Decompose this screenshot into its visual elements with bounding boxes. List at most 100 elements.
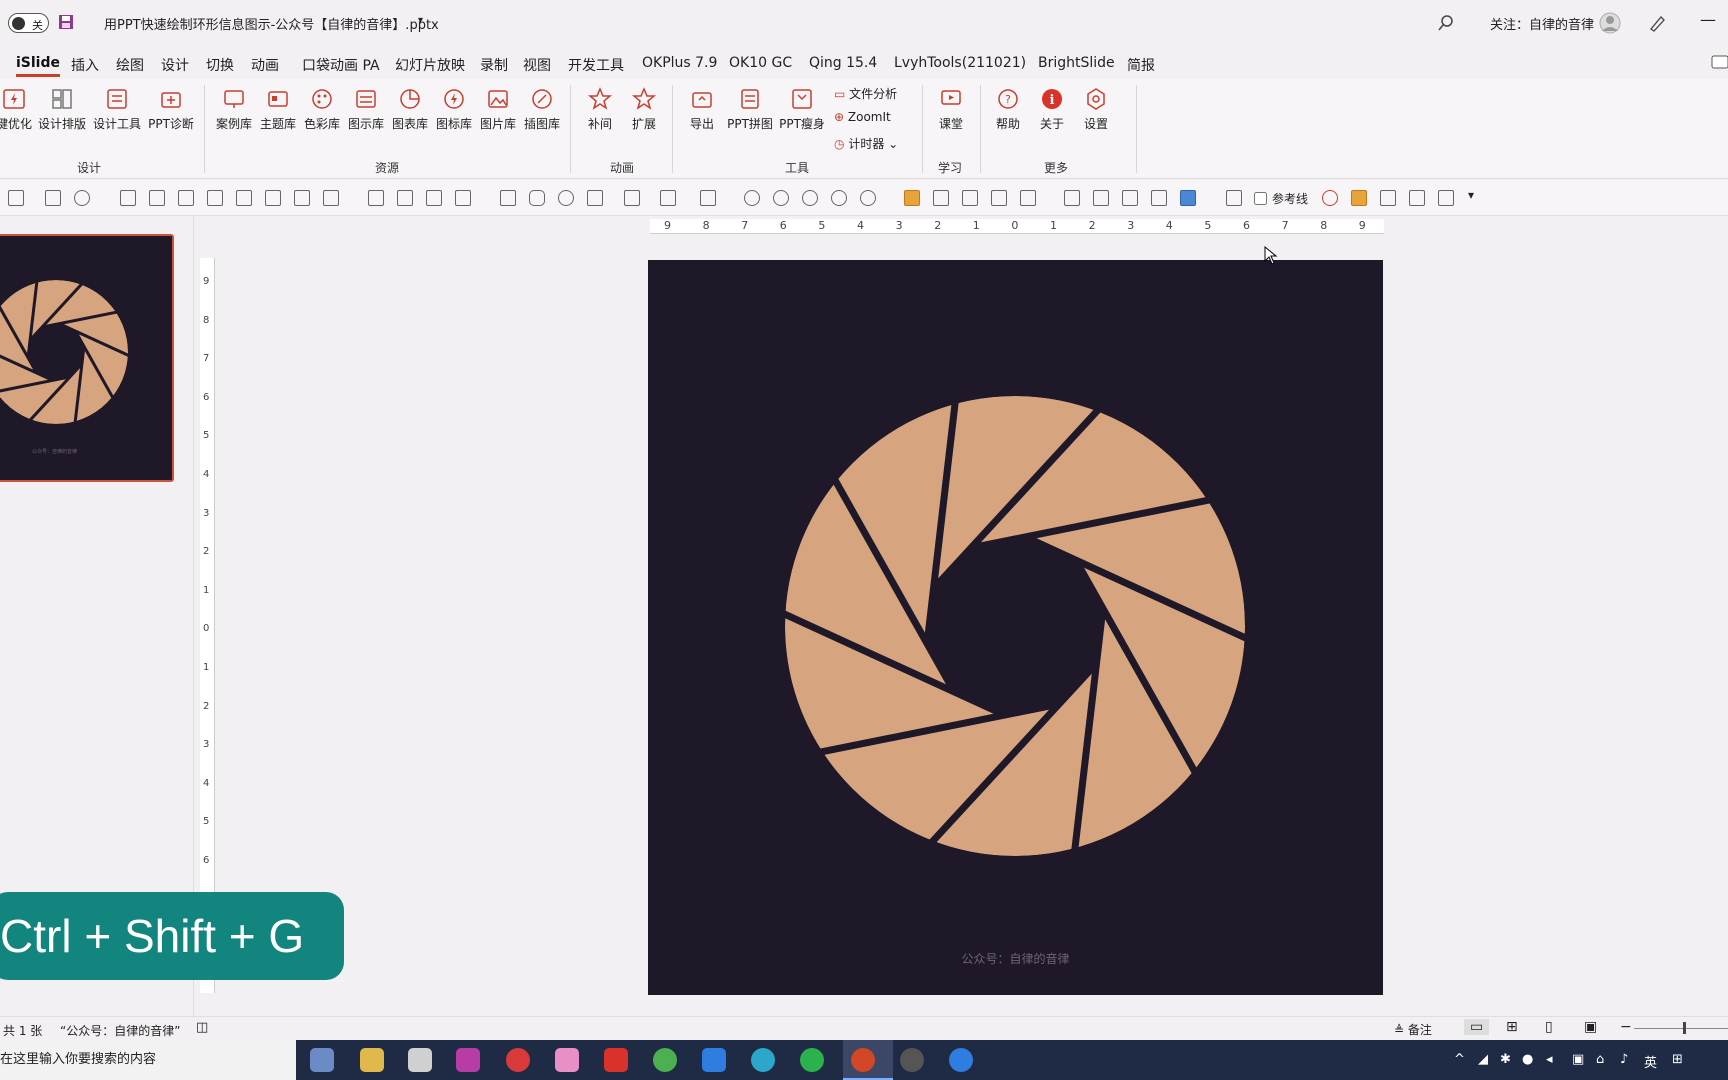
tray-icon-1[interactable]: ◢ <box>1478 1052 1488 1067</box>
tray-chevron-icon[interactable]: ^ <box>1454 1052 1465 1067</box>
edge-icon[interactable] <box>751 1048 775 1072</box>
tab-record[interactable]: 录制 <box>480 55 508 75</box>
settings-button[interactable]: 设置 <box>1074 87 1118 132</box>
crosshair-icon[interactable] <box>1380 190 1396 206</box>
design-layout-button[interactable]: 设计排版 <box>38 87 86 132</box>
zoom-slider-thumb[interactable] <box>1683 1022 1686 1034</box>
line-icon[interactable] <box>660 190 676 206</box>
app-icon-5[interactable] <box>949 1048 973 1072</box>
text-effect-icon[interactable] <box>962 190 978 206</box>
send-backward-icon[interactable] <box>397 190 413 206</box>
bring-forward-icon[interactable] <box>368 190 384 206</box>
clover-icon[interactable] <box>653 1048 677 1072</box>
tray-icon-3[interactable]: ▣ <box>1572 1052 1584 1067</box>
align-top-icon[interactable] <box>120 190 136 206</box>
align-bottom-icon[interactable] <box>178 190 194 206</box>
brush-tool-icon[interactable] <box>991 190 1007 206</box>
rectangle-icon[interactable] <box>500 190 516 206</box>
comment-icon[interactable] <box>1710 54 1728 72</box>
ellipse-icon[interactable] <box>558 190 574 206</box>
tab-qing[interactable]: Qing 15.4 <box>809 55 877 71</box>
tab-developer[interactable]: 开发工具 <box>568 55 624 75</box>
picture-icon[interactable] <box>1151 190 1167 206</box>
slide-layout-icon[interactable] <box>8 190 24 206</box>
classroom-button[interactable]: 课堂 <box>929 87 973 132</box>
save-icon[interactable] <box>58 14 74 30</box>
volume-icon[interactable]: ♪ <box>1620 1052 1628 1067</box>
shape-tool-icon[interactable] <box>1409 190 1425 206</box>
ppt-slim-button[interactable]: PPT瘦身 <box>779 87 825 132</box>
timer-dropdown-icon[interactable]: ⌄ <box>888 137 898 151</box>
minimize-button[interactable]: — <box>1700 10 1716 29</box>
distribute-v-icon[interactable] <box>323 190 339 206</box>
recorder-icon[interactable] <box>900 1048 924 1072</box>
format-painter-icon[interactable] <box>74 190 90 206</box>
design-tools-button[interactable]: 设计工具 <box>93 87 141 132</box>
align-middle-icon[interactable] <box>149 190 165 206</box>
align-right-icon[interactable] <box>265 190 281 206</box>
tab-draw[interactable]: 绘图 <box>116 55 144 75</box>
ppt-collage-button[interactable]: PPT拼图 <box>727 87 773 132</box>
tab-transitions[interactable]: 切换 <box>206 55 234 75</box>
toolbar-more-icon[interactable]: ▾ <box>1468 188 1474 202</box>
ungroup-icon[interactable] <box>455 190 471 206</box>
group-icon[interactable] <box>426 190 442 206</box>
task-view-icon[interactable] <box>310 1048 334 1072</box>
extend-button[interactable]: 扩展 <box>622 87 666 132</box>
file-analysis-button[interactable]: ▭ 文件分析 <box>834 85 897 102</box>
combine-icon[interactable] <box>773 190 789 206</box>
tab-lvyhtools[interactable]: LvyhTools(211021) <box>894 55 1026 71</box>
align-left-icon[interactable] <box>207 190 223 206</box>
distribute-h-icon[interactable] <box>294 190 310 206</box>
export-button[interactable]: 导出 <box>680 87 724 132</box>
wechat-tray-icon[interactable]: ● <box>1522 1052 1533 1067</box>
title-dropdown-icon[interactable]: ▾ <box>418 15 423 26</box>
zoom-out-button[interactable]: − <box>1620 1019 1632 1035</box>
zoomit-button[interactable]: ⊕ ZoomIt <box>834 110 891 124</box>
slideshow-icon[interactable]: ▣ <box>1584 1019 1597 1035</box>
app-icon-3[interactable] <box>555 1048 579 1072</box>
layers-icon[interactable] <box>1351 190 1367 206</box>
slide-sorter-icon[interactable]: ⊞ <box>1506 1019 1518 1035</box>
intersect-icon[interactable] <box>831 190 847 206</box>
tab-design[interactable]: 设计 <box>161 55 189 75</box>
rounded-rect-icon[interactable] <box>529 190 545 206</box>
ime-mode-icon[interactable]: ⊞ <box>1672 1052 1683 1067</box>
tab-view[interactable]: 视图 <box>523 55 551 75</box>
tab-insert[interactable]: 插入 <box>71 55 99 75</box>
drive-icon[interactable] <box>408 1048 432 1072</box>
slide-thumbnail[interactable]: 公众号：自律的音律 <box>0 234 174 482</box>
fill-color-icon[interactable] <box>904 190 920 206</box>
avatar[interactable] <box>1599 12 1621 34</box>
crop-icon[interactable] <box>1093 190 1109 206</box>
shape-dropdown-icon[interactable] <box>587 190 603 206</box>
app-icon-2[interactable] <box>456 1048 480 1072</box>
app-icon-1[interactable] <box>360 1048 384 1072</box>
freeform-icon[interactable] <box>700 190 716 206</box>
copy-icon[interactable] <box>1064 190 1080 206</box>
tab-brightslide[interactable]: BrightSlide <box>1038 55 1115 71</box>
one-click-optimize-button[interactable]: 键优化 <box>0 87 36 132</box>
resize-icon[interactable] <box>1122 190 1138 206</box>
align-center-icon[interactable] <box>236 190 252 206</box>
document-title[interactable]: 用PPT快速绘制环形信息图示-公众号【自律的音律】.pptx <box>104 14 439 33</box>
app-icon-4[interactable] <box>702 1048 726 1072</box>
netease-music-icon[interactable] <box>506 1048 530 1072</box>
taskbar-search[interactable]: 在这里输入你要搜索的内容 <box>0 1040 296 1080</box>
zoom-slider[interactable] <box>1634 1028 1728 1029</box>
autosave-toggle[interactable]: 关 <box>8 13 49 33</box>
timer-button[interactable]: ◷ 计时器 ⌄ <box>834 135 898 152</box>
normal-view-icon[interactable]: ▭ <box>1464 1019 1490 1035</box>
accessibility-icon[interactable]: ◫ <box>196 1020 208 1035</box>
ref-line-checkbox[interactable] <box>1254 192 1267 205</box>
subtract-icon[interactable] <box>860 190 876 206</box>
eye-icon[interactable] <box>1322 190 1338 206</box>
tab-animations[interactable]: 动画 <box>251 55 279 75</box>
outline-icon[interactable] <box>933 190 949 206</box>
cloud-app-icon[interactable] <box>604 1048 628 1072</box>
tab-pocket-animation[interactable]: 口袋动画 PA <box>302 55 380 75</box>
ime-indicator[interactable]: 英 <box>1644 1052 1657 1071</box>
tab-ok10[interactable]: OK10 GC <box>729 55 792 71</box>
network-icon[interactable]: ⌂ <box>1596 1052 1604 1067</box>
powerpoint-icon[interactable] <box>851 1048 875 1072</box>
